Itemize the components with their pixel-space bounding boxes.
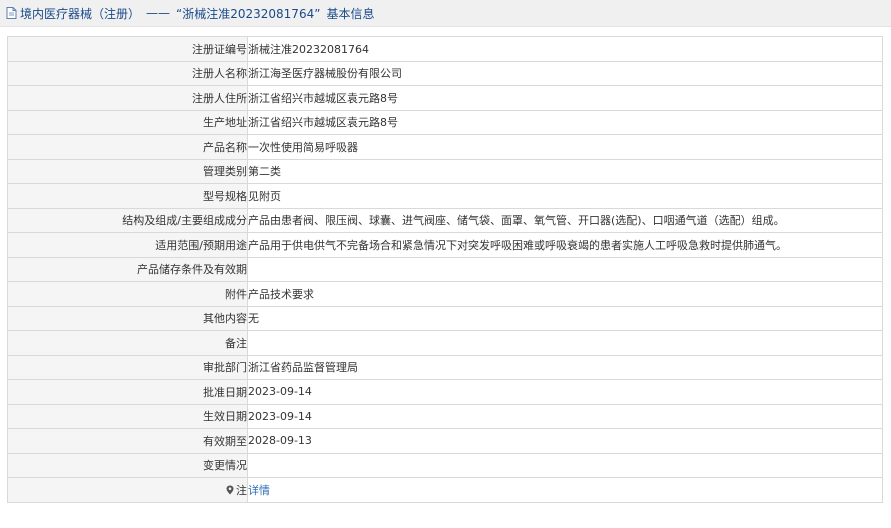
table-row: 结构及组成/主要组成成分 产品由患者阀、限压阀、球囊、进气阀座、储气袋、面罩、氧气…: [7, 207, 883, 233]
field-label: 其他内容: [7, 305, 248, 331]
note-label: 注: [236, 483, 247, 497]
table-row: 批准日期 2023-09-14: [7, 379, 883, 405]
table-row: 生效日期 2023-09-14: [7, 403, 883, 429]
basic-info-table: 注册证编号 浙械注准20232081764 注册人名称 浙江海圣医疗器械股份有限公司注…: [7, 36, 883, 503]
field-value: 2028-09-13: [247, 428, 883, 454]
field-value: 浙江省绍兴市越城区袁元路8号: [247, 109, 883, 135]
table-row: 变更情况: [7, 452, 883, 478]
title-registration-number: “浙械注准20232081764”: [176, 6, 321, 21]
field-label: 产品储存条件及有效期: [7, 256, 248, 282]
field-value: 浙江省绍兴市越城区袁元路8号: [247, 85, 883, 111]
table-row-note: 注 详情: [7, 477, 883, 503]
field-value: 2023-09-14: [247, 403, 883, 429]
field-label: 注册人住所: [7, 85, 248, 111]
table-row: 有效期至 2028-09-13: [7, 428, 883, 454]
field-label: 附件: [7, 281, 248, 307]
table-row: 适用范围/预期用途 产品用于供电供气不完备场合和紧急情况下对突发呼吸困难或呼吸衰竭…: [7, 232, 883, 258]
table-row: 产品名称 一次性使用简易呼吸器: [7, 134, 883, 160]
note-label-cell: 注: [7, 477, 248, 503]
field-label: 注册人名称: [7, 60, 248, 86]
field-value: 浙江海圣医疗器械股份有限公司: [247, 60, 883, 86]
field-label: 生产地址: [7, 109, 248, 135]
document-icon: [6, 7, 17, 19]
table-row: 生产地址 浙江省绍兴市越城区袁元路8号: [7, 109, 883, 135]
field-value: [247, 256, 883, 282]
field-label: 注册证编号: [7, 36, 248, 62]
field-value: 浙械注准20232081764: [247, 36, 883, 62]
field-value: 2023-09-14: [247, 379, 883, 405]
field-value: 产品用于供电供气不完备场合和紧急情况下对突发呼吸困难或呼吸衰竭的患者实施人工呼吸…: [247, 232, 883, 258]
table-row: 其他内容无: [7, 305, 883, 331]
title-dash: ——: [146, 6, 171, 20]
field-label: 结构及组成/主要组成成分: [7, 207, 248, 233]
field-label: 备注: [7, 330, 248, 356]
table-row: 备注: [7, 330, 883, 356]
field-label: 变更情况: [7, 452, 248, 478]
field-value: 无: [247, 305, 883, 331]
field-value: 第二类: [247, 158, 883, 184]
table-row: 型号规格 见附页: [7, 183, 883, 209]
field-value: [247, 452, 883, 478]
field-label: 审批部门: [7, 354, 248, 380]
page-title: 境内医疗器械（注册） —— “浙械注准20232081764” 基本信息: [0, 0, 891, 27]
table-row: 审批部门 浙江省药品监督管理局: [7, 354, 883, 380]
field-value: [247, 330, 883, 356]
field-value: 浙江省药品监督管理局: [247, 354, 883, 380]
note-value-cell: 详情: [247, 477, 883, 503]
field-value: 一次性使用简易呼吸器: [247, 134, 883, 160]
table-row: 注册人住所 浙江省绍兴市越城区袁元路8号: [7, 85, 883, 111]
table-row: 注册证编号 浙械注准20232081764: [7, 36, 883, 62]
table-row: 附件 产品技术要求: [7, 281, 883, 307]
details-link[interactable]: 详情: [249, 484, 271, 497]
location-pin-icon: [226, 485, 234, 495]
table-row: 管理类别 第二类: [7, 158, 883, 184]
field-label: 型号规格: [7, 183, 248, 209]
field-label: 有效期至: [7, 428, 248, 454]
field-label: 批准日期: [7, 379, 248, 405]
field-label: 产品名称: [7, 134, 248, 160]
field-value: 产品由患者阀、限压阀、球囊、进气阀座、储气袋、面罩、氧气管、开口器(选配)、口咽…: [247, 207, 883, 233]
table-row: 产品储存条件及有效期: [7, 256, 883, 282]
field-label: 生效日期: [7, 403, 248, 429]
field-label: 适用范围/预期用途: [7, 232, 248, 258]
field-value: 见附页: [247, 183, 883, 209]
title-prefix: 境内医疗器械（注册）: [20, 6, 141, 21]
field-value: 产品技术要求: [247, 281, 883, 307]
title-suffix: 基本信息: [326, 6, 375, 21]
table-row: 注册人名称 浙江海圣医疗器械股份有限公司: [7, 60, 883, 86]
field-label: 管理类别: [7, 158, 248, 184]
